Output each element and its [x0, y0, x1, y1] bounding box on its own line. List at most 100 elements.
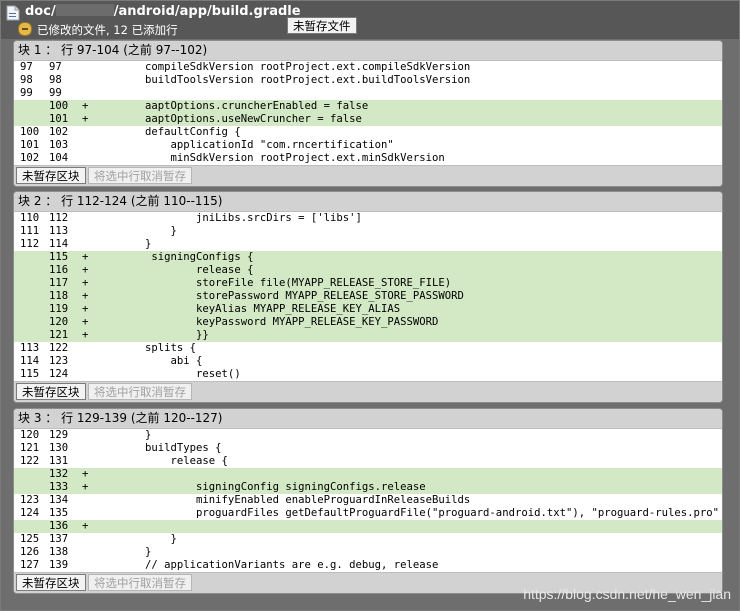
diff-sign: +: [82, 329, 89, 341]
code-text: // applicationVariants are e.g. debug, r…: [94, 559, 439, 571]
added-line[interactable]: 101 + aaptOptions.useNewCruncher = false: [14, 113, 722, 126]
context-line[interactable]: 98 98 buildToolsVersion rootProject.ext.b…: [14, 74, 722, 87]
added-line[interactable]: 116 + release {: [14, 264, 722, 277]
diff-lines: 110 112 jniLibs.srcDirs = ['libs'] 111 113 …: [14, 212, 722, 381]
context-line[interactable]: 124 135 proguardFiles getDefaultProguardF…: [14, 507, 722, 520]
old-line-number: 101: [20, 139, 40, 151]
new-line-number: 102: [49, 126, 69, 138]
new-line-number: 130: [49, 442, 69, 454]
watermark: https://blog.csdn.net/he_wen_jian: [523, 586, 731, 602]
hunk-2: 块 2 ： 行 112-124 (之前 110--115) 110 112 jniL…: [13, 191, 723, 403]
new-line-number: 139: [49, 559, 69, 571]
added-line[interactable]: 120 + keyPassword MYAPP_RELEASE_KEY_PASSW…: [14, 316, 722, 329]
new-line-number: 99: [49, 87, 62, 99]
new-line-number: 118: [49, 290, 69, 302]
file-path: doc/ /android/app/build.gradle: [25, 4, 301, 19]
diff-sign: +: [82, 277, 89, 289]
unstage-selected-lines-button[interactable]: 将选中行取消暂存: [88, 383, 192, 400]
code-text: splits {: [94, 342, 197, 354]
diff-sign: +: [82, 290, 89, 302]
context-line[interactable]: 97 97 compileSdkVersion rootProject.ext.c…: [14, 61, 722, 74]
context-line[interactable]: 125 137 }: [14, 533, 722, 546]
context-line[interactable]: 114 123 abi {: [14, 355, 722, 368]
context-line[interactable]: 99 99: [14, 87, 722, 100]
added-line[interactable]: 115 + signingConfigs {: [14, 251, 722, 264]
new-line-number: 100: [49, 100, 69, 112]
code-text: release {: [94, 455, 228, 467]
context-line[interactable]: 127 139 // applicationVariants are e.g. d…: [14, 559, 722, 572]
added-line[interactable]: 119 + keyAlias MYAPP_RELEASE_KEY_ALIAS: [14, 303, 722, 316]
context-line[interactable]: 101 103 applicationId "com.rncertificatio…: [14, 139, 722, 152]
context-line[interactable]: 100 102 defaultConfig {: [14, 126, 722, 139]
code-text: release {: [94, 264, 254, 276]
new-line-number: 123: [49, 355, 69, 367]
hunk-header: 块 1 ： 行 97-104 (之前 97--102): [14, 41, 722, 61]
code-text: minSdkVersion rootProject.ext.minSdkVers…: [94, 152, 445, 164]
diff-window: doc/ /android/app/build.gradle 已修改的文件, 12…: [0, 0, 740, 611]
old-line-number: 127: [20, 559, 40, 571]
code-text: minifyEnabled enableProguardInReleaseBui…: [94, 494, 471, 506]
added-line[interactable]: 133 + signingConfig signingConfigs.releas…: [14, 481, 722, 494]
context-line[interactable]: 120 129 }: [14, 429, 722, 442]
context-line[interactable]: 113 122 splits {: [14, 342, 722, 355]
new-line-number: 138: [49, 546, 69, 558]
added-line[interactable]: 118 + storePassword MYAPP_RELEASE_STORE_P…: [14, 290, 722, 303]
context-line[interactable]: 111 113 }: [14, 225, 722, 238]
unstage-selected-lines-button[interactable]: 将选中行取消暂存: [88, 167, 192, 184]
context-line[interactable]: 122 131 release {: [14, 455, 722, 468]
context-line[interactable]: 123 134 minifyEnabled enableProguardInRel…: [14, 494, 722, 507]
added-line[interactable]: 121 + }}: [14, 329, 722, 342]
new-line-number: 115: [49, 251, 69, 263]
code-text: compileSdkVersion rootProject.ext.compil…: [94, 61, 471, 73]
context-line[interactable]: 126 138 }: [14, 546, 722, 559]
hunk-toolbar: 未暂存区块 将选中行取消暂存: [14, 381, 722, 402]
diff-sign: +: [82, 100, 89, 112]
unstage-hunk-button[interactable]: 未暂存区块: [16, 167, 86, 184]
context-line[interactable]: 102 104 minSdkVersion rootProject.ext.min…: [14, 152, 722, 165]
diff-sign: +: [82, 251, 89, 263]
modified-status-icon: [18, 22, 32, 36]
file-header: doc/ /android/app/build.gradle 已修改的文件, 12…: [1, 1, 739, 39]
unstage-hunk-button[interactable]: 未暂存区块: [16, 574, 86, 591]
code-text: buildToolsVersion rootProject.ext.buildT…: [94, 74, 471, 86]
added-line[interactable]: 117 + storeFile file(MYAPP_RELEASE_STORE_…: [14, 277, 722, 290]
diff-sign: +: [82, 468, 89, 480]
old-line-number: 121: [20, 442, 40, 454]
code-text: }: [94, 533, 177, 545]
new-line-number: 134: [49, 494, 69, 506]
new-line-number: 114: [49, 238, 69, 250]
new-line-number: 135: [49, 507, 69, 519]
code-text: buildTypes {: [94, 442, 222, 454]
hunk-toolbar: 未暂存区块 将选中行取消暂存: [14, 165, 722, 186]
hunk-3: 块 3 ： 行 129-139 (之前 120--127) 120 129 } 121…: [13, 408, 723, 594]
added-line[interactable]: 132 +: [14, 468, 722, 481]
code-text: keyPassword MYAPP_RELEASE_KEY_PASSWORD: [94, 316, 439, 328]
code-text: proguardFiles getDefaultProguardFile("pr…: [94, 507, 720, 519]
added-line[interactable]: 136 +: [14, 520, 722, 533]
unstage-hunk-button[interactable]: 未暂存区块: [16, 383, 86, 400]
new-line-number: 98: [49, 74, 62, 86]
old-line-number: 123: [20, 494, 40, 506]
diff-sign: +: [82, 316, 89, 328]
new-line-number: 136: [49, 520, 69, 532]
code-text: applicationId "com.rncertification": [94, 139, 394, 151]
unstage-selected-lines-button[interactable]: 将选中行取消暂存: [88, 574, 192, 591]
new-line-number: 124: [49, 368, 69, 380]
context-line[interactable]: 115 124 reset(): [14, 368, 722, 381]
unstage-file-button[interactable]: 未暂存文件: [287, 17, 357, 34]
code-text: reset(): [94, 368, 241, 380]
old-line-number: 111: [20, 225, 40, 237]
hunk-header: 块 3 ： 行 129-139 (之前 120--127): [14, 409, 722, 429]
diff-sign: +: [82, 481, 89, 493]
context-line[interactable]: 112 114 }: [14, 238, 722, 251]
old-line-number: 124: [20, 507, 40, 519]
new-line-number: 132: [49, 468, 69, 480]
new-line-number: 121: [49, 329, 69, 341]
context-line[interactable]: 110 112 jniLibs.srcDirs = ['libs']: [14, 212, 722, 225]
code-text: aaptOptions.cruncherEnabled = false: [94, 100, 369, 112]
code-text: keyAlias MYAPP_RELEASE_KEY_ALIAS: [94, 303, 401, 315]
added-line[interactable]: 100 + aaptOptions.cruncherEnabled = false: [14, 100, 722, 113]
context-line[interactable]: 121 130 buildTypes {: [14, 442, 722, 455]
hunk-1: 块 1 ： 行 97-104 (之前 97--102) 97 97 compileS…: [13, 40, 723, 187]
file-path-prefix: doc/: [25, 4, 56, 19]
